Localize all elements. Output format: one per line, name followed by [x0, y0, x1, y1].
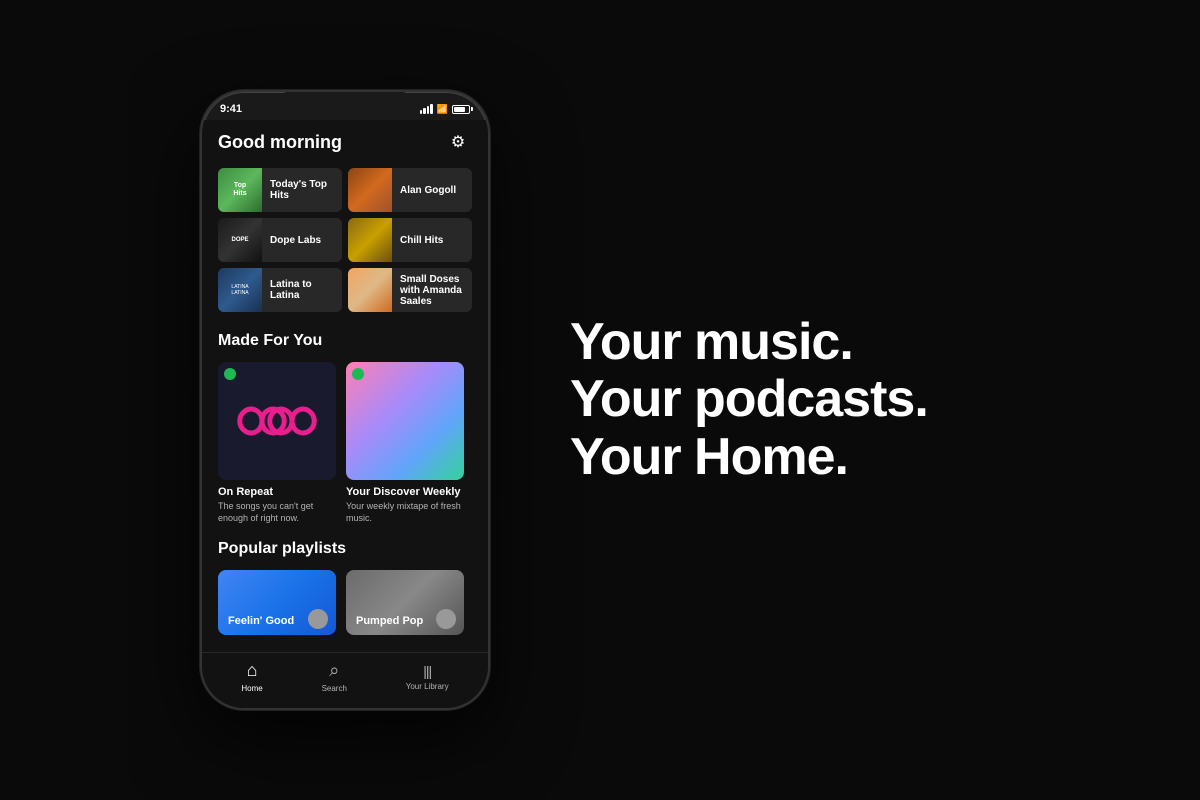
- quick-label-top-hits: Today's Top Hits: [262, 179, 342, 201]
- discover-title: Your Discover Weekly: [346, 486, 464, 498]
- app-scroll[interactable]: Good morning ⚙ TopHits Today's Top Hits: [202, 120, 488, 652]
- quick-picks-grid: TopHits Today's Top Hits Alan Gogoll: [218, 168, 472, 312]
- feelin-good-card[interactable]: Feelin' Good: [218, 570, 336, 635]
- tagline-line3: Your Home.: [570, 429, 1120, 486]
- discover-art-inner: [346, 362, 464, 480]
- pumped-pop-card[interactable]: Pumped Pop: [346, 570, 464, 635]
- playlist-row: Feelin' Good Pumped Pop: [218, 570, 472, 635]
- pumped-pop-avatar: [436, 609, 456, 629]
- quick-item-latina[interactable]: LATINALATINA Latina to Latina: [218, 268, 342, 312]
- top-hits-thumb: TopHits: [218, 168, 262, 212]
- app-content: Good morning ⚙ TopHits Today's Top Hits: [202, 120, 488, 708]
- on-repeat-title: On Repeat: [218, 486, 336, 498]
- phone-notch: [285, 92, 405, 116]
- made-for-you-section: Made For You: [218, 332, 472, 524]
- discover-art: [346, 362, 464, 480]
- pumped-pop-label: Pumped Pop: [356, 615, 423, 627]
- phone-mockup: 9:41 📶: [200, 90, 490, 710]
- quick-label-latina: Latina to Latina: [262, 279, 342, 301]
- quick-item-top-hits[interactable]: TopHits Today's Top Hits: [218, 168, 342, 212]
- signal-icon: [420, 104, 433, 114]
- quick-item-dope[interactable]: DOPE Dope Labs: [218, 218, 342, 262]
- quick-item-small-doses[interactable]: Small Doses with Amanda Saales: [348, 268, 472, 312]
- quick-label-small-doses: Small Doses with Amanda Saales: [392, 274, 472, 307]
- wifi-icon: 📶: [437, 104, 448, 115]
- nav-library-label: Your Library: [406, 682, 449, 691]
- on-repeat-desc: The songs you can't get enough of right …: [218, 501, 336, 524]
- tagline-section: Your music. Your podcasts. Your Home.: [490, 314, 1120, 486]
- chill-thumb: [348, 218, 392, 262]
- greeting-text: Good morning: [218, 132, 342, 153]
- made-for-you-title: Made For You: [218, 332, 472, 350]
- popular-playlists-title: Popular playlists: [218, 540, 472, 558]
- discover-desc: Your weekly mixtape of fresh music.: [346, 501, 464, 524]
- infinity-icon: [237, 396, 317, 446]
- app-header: Good morning ⚙: [218, 128, 472, 156]
- nav-search-label: Search: [322, 684, 347, 693]
- tagline-line1: Your music.: [570, 314, 1120, 371]
- home-icon: ⌂: [247, 660, 258, 681]
- on-repeat-art: [218, 362, 336, 480]
- status-icons: 📶: [420, 104, 470, 115]
- small-doses-thumb: [348, 268, 392, 312]
- library-icon: |||: [423, 663, 431, 679]
- nav-search[interactable]: ⌕ Search: [322, 660, 347, 693]
- scene: 9:41 📶: [0, 0, 1200, 800]
- feelin-good-avatar: [308, 609, 328, 629]
- feelin-good-label: Feelin' Good: [228, 615, 294, 627]
- quick-item-chill[interactable]: Chill Hits: [348, 218, 472, 262]
- discover-weekly-card[interactable]: Your Discover Weekly Your weekly mixtape…: [346, 362, 464, 524]
- spotify-logo-on-repeat: [224, 368, 236, 380]
- dope-thumb: DOPE: [218, 218, 262, 262]
- tagline-line2: Your podcasts.: [570, 371, 1120, 428]
- tagline: Your music. Your podcasts. Your Home.: [570, 314, 1120, 486]
- quick-label-alan: Alan Gogoll: [392, 185, 472, 196]
- status-time: 9:41: [220, 103, 242, 115]
- quick-label-chill: Chill Hits: [392, 235, 472, 246]
- on-repeat-card[interactable]: On Repeat The songs you can't get enough…: [218, 362, 336, 524]
- quick-item-alan[interactable]: Alan Gogoll: [348, 168, 472, 212]
- nav-home[interactable]: ⌂ Home: [241, 660, 262, 693]
- nav-library[interactable]: ||| Your Library: [406, 663, 449, 691]
- bottom-nav: ⌂ Home ⌕ Search ||| Your Library: [202, 652, 488, 708]
- made-for-you-cards: On Repeat The songs you can't get enough…: [218, 362, 472, 524]
- alan-thumb: [348, 168, 392, 212]
- nav-home-label: Home: [241, 684, 262, 693]
- settings-button[interactable]: ⚙: [444, 128, 472, 156]
- popular-playlists-section: Popular playlists Feelin' Good Pumped Po…: [218, 540, 472, 635]
- battery-icon: [452, 105, 470, 114]
- spotify-logo-discover: [352, 368, 364, 380]
- search-icon: ⌕: [329, 660, 339, 681]
- latina-thumb: LATINALATINA: [218, 268, 262, 312]
- quick-label-dope: Dope Labs: [262, 235, 342, 246]
- phone-shell: 9:41 📶: [200, 90, 490, 710]
